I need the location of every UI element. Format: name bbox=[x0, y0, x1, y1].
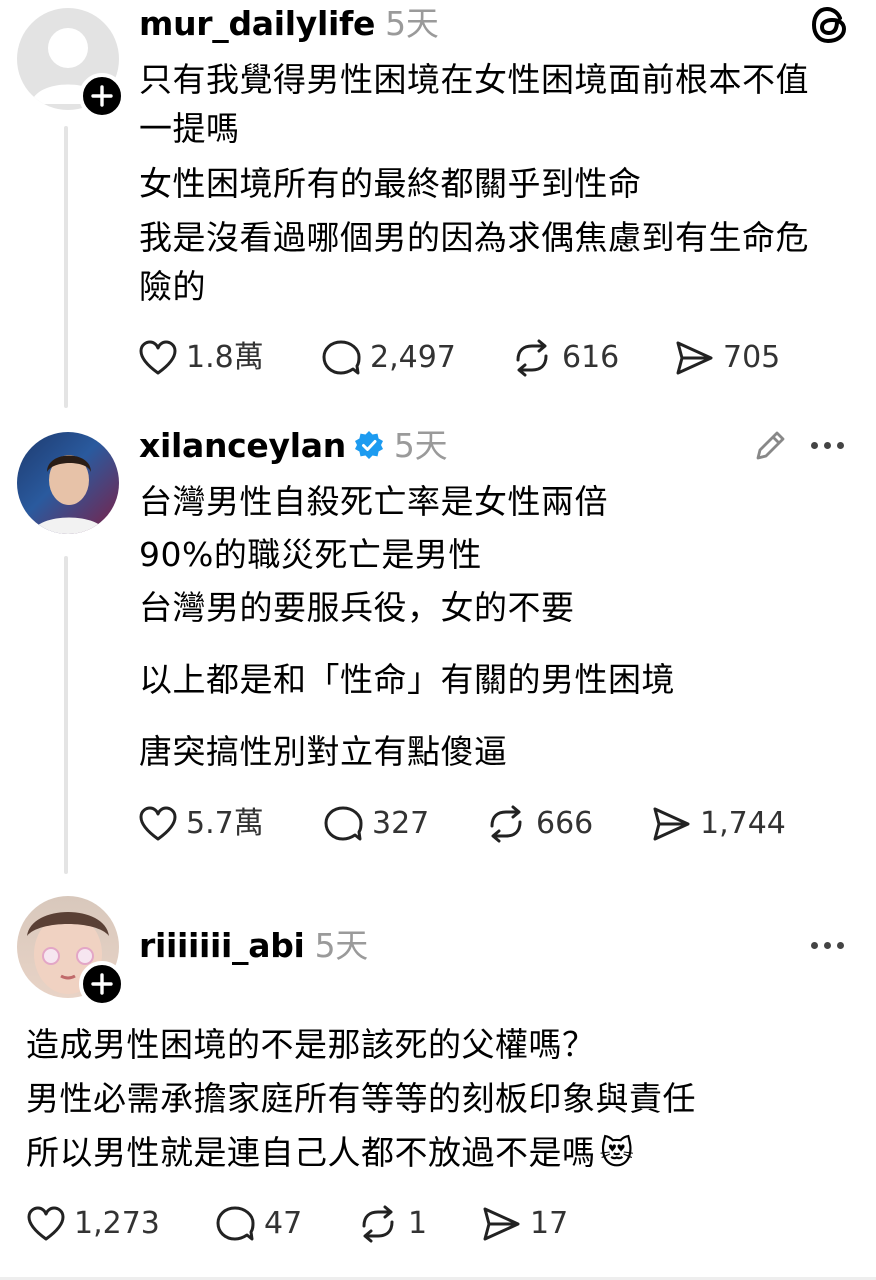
comment-bubble-icon bbox=[322, 340, 361, 375]
post-text-line: 以上都是和「性命」有關的男性困境 bbox=[139, 660, 675, 699]
post-text-line: 險的 bbox=[139, 267, 206, 306]
share-count: 705 bbox=[723, 340, 781, 375]
plus-icon bbox=[91, 85, 113, 107]
send-icon bbox=[483, 1207, 520, 1241]
repost-arrows-icon bbox=[490, 805, 522, 843]
post-text-line: 90%的職災死亡是男性 bbox=[139, 535, 482, 574]
threads-logo-icon[interactable] bbox=[810, 4, 850, 50]
thread-connector-line bbox=[64, 556, 68, 874]
avatar-photo[interactable] bbox=[17, 432, 119, 534]
username[interactable]: riiiiiii_abi bbox=[139, 926, 305, 965]
like-button[interactable]: 1.8萬 bbox=[138, 336, 264, 380]
heart-icon bbox=[27, 1206, 65, 1241]
post-header: riiiiiii_abi 5天 bbox=[139, 926, 368, 966]
profile-photo bbox=[31, 455, 107, 534]
like-button[interactable]: 5.7萬 bbox=[138, 802, 264, 846]
repost-arrows-icon bbox=[516, 339, 548, 377]
reply-count: 2,497 bbox=[370, 340, 456, 375]
comment-bubble-icon bbox=[324, 806, 363, 841]
share-button[interactable]: 705 bbox=[673, 336, 780, 380]
post-text-line: 一提嗎 bbox=[139, 109, 240, 148]
post-text-line: 我是沒看過哪個男的因為求偶焦慮到有生命危 bbox=[139, 218, 809, 257]
timestamp: 5天 bbox=[314, 926, 369, 965]
repost-arrows-icon bbox=[362, 1205, 394, 1243]
repost-button[interactable]: 1 bbox=[356, 1202, 427, 1246]
plus-icon bbox=[91, 973, 113, 995]
share-button[interactable]: 17 bbox=[480, 1202, 568, 1246]
verified-badge-icon bbox=[354, 429, 384, 459]
post-text-line: 男性必需承擔家庭所有等等的刻板印象與責任 bbox=[26, 1079, 696, 1118]
like-count: 5.7萬 bbox=[186, 806, 264, 841]
username[interactable]: mur_dailylife bbox=[139, 4, 375, 43]
reply-count: 327 bbox=[372, 806, 430, 841]
heart-eyes-cat-emoji: 😻 bbox=[599, 1133, 635, 1172]
reply-count: 47 bbox=[264, 1206, 303, 1241]
post-header: mur_dailylife 5天 bbox=[139, 4, 439, 44]
like-count: 1,273 bbox=[74, 1206, 160, 1241]
heart-icon bbox=[139, 806, 177, 841]
repost-count: 616 bbox=[562, 340, 620, 375]
more-dots-icon[interactable] bbox=[811, 942, 844, 949]
share-count: 1,744 bbox=[700, 806, 786, 841]
repost-button[interactable]: 616 bbox=[510, 336, 619, 380]
repost-count: 666 bbox=[536, 806, 594, 841]
post-text: 所以男性就是連自己人都不放過不是嗎 bbox=[26, 1133, 596, 1172]
share-button[interactable]: 1,744 bbox=[650, 802, 786, 846]
heart-icon bbox=[139, 340, 177, 375]
reply-button[interactable]: 47 bbox=[214, 1202, 302, 1246]
thread-connector-line bbox=[64, 126, 68, 408]
post-text-line: 造成男性困境的不是那該死的父權嗎？ bbox=[26, 1025, 596, 1064]
timestamp: 5天 bbox=[385, 4, 439, 43]
username[interactable]: xilanceylan bbox=[139, 426, 346, 465]
repost-count: 1 bbox=[408, 1206, 428, 1241]
post-text-line: 台灣男性自殺死亡率是女性兩倍 bbox=[139, 482, 608, 521]
post-text-line: 女性困境所有的最終都關乎到性命 bbox=[139, 164, 642, 203]
comment-bubble-icon bbox=[216, 1206, 255, 1241]
post-text-line: 所以男性就是連自己人都不放過不是嗎 😻 bbox=[26, 1133, 634, 1173]
post-text-line: 唐突搞性別對立有點傻逼 bbox=[139, 732, 508, 771]
share-count: 17 bbox=[530, 1206, 569, 1241]
post-text-line: 台灣男的要服兵役，女的不要 bbox=[139, 588, 575, 627]
follow-button[interactable] bbox=[79, 73, 125, 119]
like-count: 1.8萬 bbox=[186, 340, 264, 375]
follow-button[interactable] bbox=[79, 961, 125, 1007]
repost-button[interactable]: 666 bbox=[484, 802, 593, 846]
reply-button[interactable]: 327 bbox=[322, 802, 429, 846]
send-icon bbox=[653, 807, 690, 841]
like-button[interactable]: 1,273 bbox=[26, 1202, 160, 1246]
reply-button[interactable]: 2,497 bbox=[320, 336, 456, 380]
pencil-icon[interactable] bbox=[752, 428, 788, 468]
timestamp: 5天 bbox=[393, 426, 448, 465]
more-dots-icon[interactable] bbox=[811, 442, 844, 449]
post-text-line: 只有我覺得男性困境在女性困境面前根本不值 bbox=[139, 60, 809, 99]
send-icon bbox=[676, 341, 713, 375]
post-header: xilanceylan 5天 bbox=[139, 426, 448, 466]
